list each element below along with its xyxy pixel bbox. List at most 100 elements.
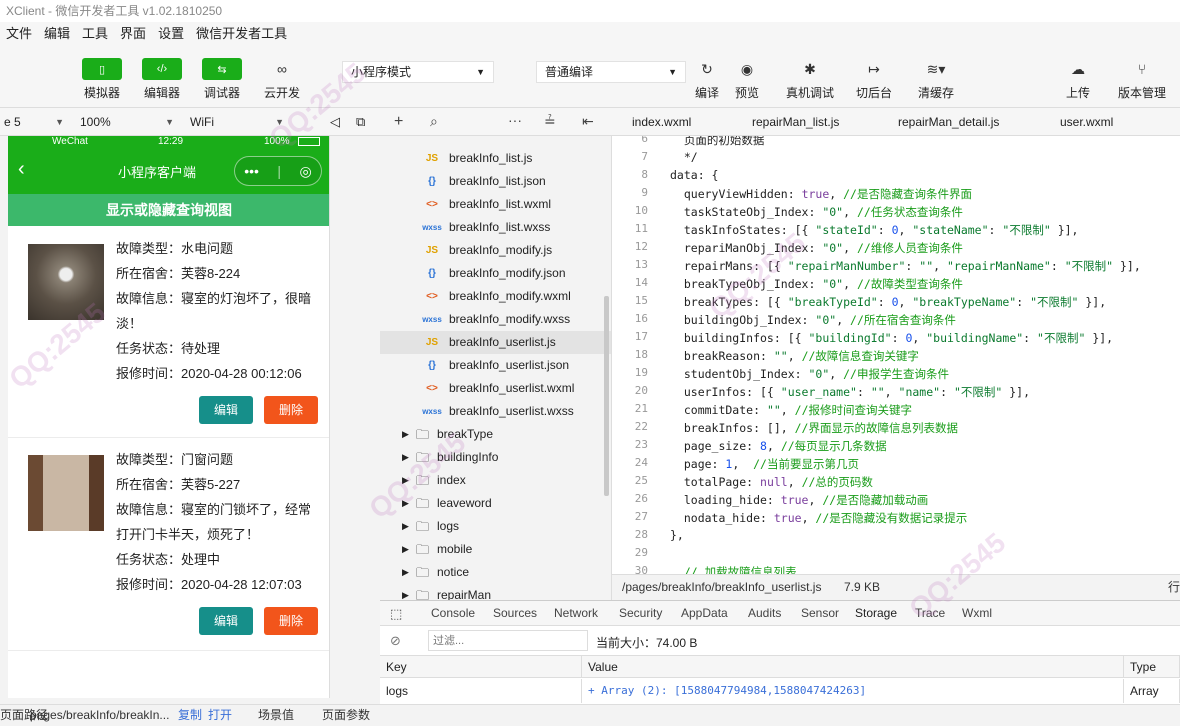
page-path: pages/breakInfo/breakIn...: [30, 708, 170, 722]
compile-select[interactable]: 普通编译 ▼: [536, 61, 686, 83]
menu-icon[interactable]: ···: [508, 112, 522, 128]
compile-button[interactable]: ↻ 编译: [692, 58, 722, 101]
row-key[interactable]: logs: [380, 679, 582, 703]
fault-state: 任务状态：待处理: [116, 341, 221, 356]
folder-item[interactable]: ▶ 🗀 notice: [380, 561, 611, 584]
window-icon[interactable]: ⧉: [356, 108, 365, 136]
file-item[interactable]: JS breakInfo_list.js: [380, 147, 611, 170]
tab-network[interactable]: Network: [554, 601, 598, 626]
upload-button[interactable]: ☁ 上传: [1060, 58, 1096, 101]
column-value[interactable]: Value: [582, 656, 1124, 678]
volume-icon[interactable]: ◁: [330, 108, 340, 136]
editor-button[interactable]: ‹/› 编辑器: [142, 58, 182, 101]
collapse-icon[interactable]: ≟: [544, 113, 556, 130]
tab-console[interactable]: Console: [431, 601, 475, 626]
storage-filter-row: ⊘ 当前大小：74.00 B: [380, 626, 1180, 656]
wxss-file-icon: wxss: [422, 223, 442, 232]
device-debug-button[interactable]: ✱ 真机调试: [784, 58, 836, 101]
file-item[interactable]: <> breakInfo_userlist.wxml: [380, 377, 611, 400]
close-circle-icon[interactable]: ◎: [300, 163, 312, 180]
file-item[interactable]: wxss breakInfo_list.wxss: [380, 216, 611, 239]
cloud-dev-button[interactable]: ∞ 云开发: [262, 58, 302, 101]
tab-sensor[interactable]: Sensor: [801, 601, 839, 626]
clear-cache-button[interactable]: ≋▾ 清缓存: [914, 58, 958, 101]
tab-wxml[interactable]: Wxml: [962, 601, 992, 626]
tab-appdata[interactable]: AppData: [681, 601, 728, 626]
menu-wechat-devtools[interactable]: 微信开发者工具: [190, 22, 293, 46]
file-item[interactable]: wxss breakInfo_userlist.wxss: [380, 400, 611, 423]
tab-trace[interactable]: Trace: [915, 601, 945, 626]
file-item[interactable]: JS breakInfo_modify.js: [380, 239, 611, 262]
code-editor[interactable]: 6 7 8 9 10 11 12 13 14 15 16 17 18 19 20 21 22 23 24 25 26 27…: [612, 136, 1180, 574]
copy-link[interactable]: 复制: [178, 705, 202, 726]
tab-audits[interactable]: Audits: [748, 601, 781, 626]
toggle-query-view-button[interactable]: 显示或隐藏查询视图: [8, 194, 329, 226]
tab-repairman-list-js[interactable]: repairMan_list.js: [752, 108, 839, 136]
delete-button[interactable]: 删除: [264, 396, 318, 424]
tab-storage[interactable]: Storage: [855, 601, 898, 628]
open-link[interactable]: 打开: [208, 705, 232, 726]
menu-edit[interactable]: 编辑: [38, 22, 76, 46]
line-number: 17: [634, 330, 648, 343]
scene-value[interactable]: 场景值: [258, 705, 294, 726]
code-line: */: [670, 150, 698, 164]
network-select[interactable]: WiFi ▼: [186, 108, 290, 136]
folder-item[interactable]: ▶ 🗀 leaveword: [380, 492, 611, 515]
edit-button[interactable]: 编辑: [199, 607, 253, 635]
file-item[interactable]: {} breakInfo_modify.json: [380, 262, 611, 285]
row-value[interactable]: + Array (2): [1588047794984,158804742426…: [582, 679, 1124, 703]
menu-view[interactable]: 界面: [114, 22, 152, 46]
zoom-value: 100%: [80, 115, 111, 129]
folder-name: leaveword: [437, 496, 492, 510]
file-item[interactable]: <> breakInfo_list.wxml: [380, 193, 611, 216]
tab-user-wxml[interactable]: user.wxml: [1060, 108, 1113, 136]
version-button[interactable]: ⑂ 版本管理: [1114, 58, 1170, 101]
tab-index-wxml[interactable]: index.wxml: [632, 108, 691, 136]
inspect-icon[interactable]: ⬚: [390, 601, 402, 626]
edit-button[interactable]: 编辑: [199, 396, 253, 424]
background-button[interactable]: ↦ 切后台: [854, 58, 894, 101]
menu-file[interactable]: 文件: [0, 22, 38, 46]
file-item-selected[interactable]: JS breakInfo_userlist.js: [380, 331, 611, 354]
file-name: breakInfo_userlist.wxml: [449, 381, 575, 395]
filter-input[interactable]: [428, 630, 588, 651]
file-item[interactable]: wxss breakInfo_modify.wxss: [380, 308, 611, 331]
clear-icon[interactable]: ⊘: [390, 633, 401, 649]
add-icon[interactable]: +: [394, 113, 403, 131]
delete-button[interactable]: 删除: [264, 607, 318, 635]
zoom-select[interactable]: 100% ▼: [76, 108, 180, 136]
search-icon[interactable]: ⌕: [430, 113, 438, 130]
tab-security[interactable]: Security: [619, 601, 662, 626]
menu-settings[interactable]: 设置: [152, 22, 190, 46]
line-number: 21: [634, 402, 648, 415]
file-tree-scrollbar[interactable]: [604, 296, 609, 496]
file-item[interactable]: {} breakInfo_userlist.json: [380, 354, 611, 377]
folder-item[interactable]: ▶ 🗀 logs: [380, 515, 611, 538]
column-key[interactable]: Key: [380, 656, 582, 678]
devtools-tabs: ⬚ Console Sources Network Security AppDa…: [380, 600, 1180, 628]
column-type[interactable]: Type: [1124, 656, 1180, 678]
page-params[interactable]: 页面参数: [322, 705, 370, 726]
tab-repairman-detail-js[interactable]: repairMan_detail.js: [898, 108, 999, 136]
tab-sources[interactable]: Sources: [493, 601, 537, 626]
more-icon[interactable]: •••: [244, 163, 259, 179]
device-select[interactable]: e 5 ▼: [0, 108, 70, 136]
line-number: 23: [634, 438, 648, 451]
mode-select[interactable]: 小程序模式 ▼: [342, 61, 494, 83]
file-item[interactable]: {} breakInfo_list.json: [380, 170, 611, 193]
split-icon[interactable]: ⇤: [582, 113, 594, 130]
simulator-button[interactable]: ▯ 模拟器: [82, 58, 122, 101]
preview-button[interactable]: ◉ 预览: [732, 58, 762, 101]
file-item[interactable]: <> breakInfo_modify.wxml: [380, 285, 611, 308]
json-file-icon: {}: [428, 360, 436, 371]
network-value: WiFi: [190, 115, 214, 129]
folder-item[interactable]: ▶ 🗀 buildingInfo: [380, 446, 611, 469]
folder-icon: 🗀: [416, 473, 430, 488]
folder-item[interactable]: ▶ 🗀 repairMan: [380, 584, 611, 600]
folder-item[interactable]: ▶ 🗀 breakType: [380, 423, 611, 446]
folder-item[interactable]: ▶ 🗀 index: [380, 469, 611, 492]
debugger-button[interactable]: ⇆ 调试器: [202, 58, 242, 101]
menu-tools[interactable]: 工具: [76, 22, 114, 46]
folder-item[interactable]: ▶ 🗀 mobile: [380, 538, 611, 561]
switch-out-icon: ↦: [868, 60, 880, 77]
